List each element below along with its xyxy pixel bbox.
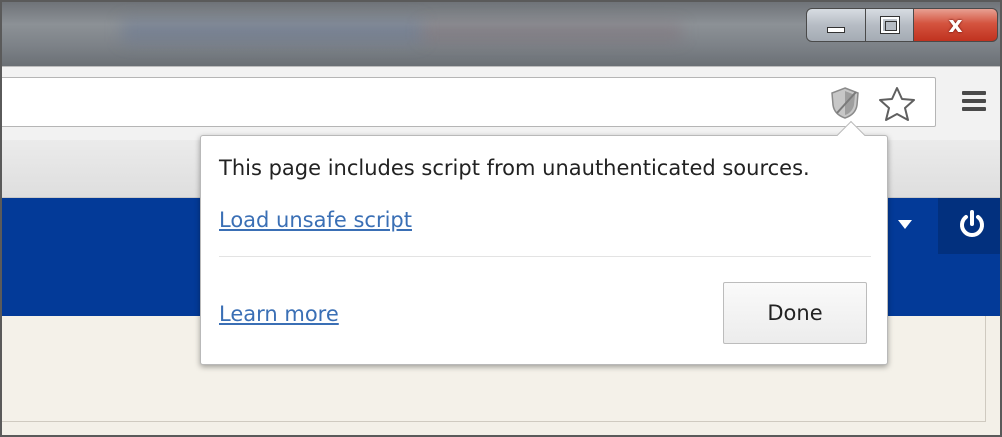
window-title-bar[interactable]: x	[2, 2, 1000, 66]
restore-icon	[879, 16, 900, 34]
star-icon[interactable]	[877, 85, 917, 123]
bubble-message: This page includes script from unauthent…	[219, 156, 810, 180]
shield-icon[interactable]	[829, 86, 861, 120]
hamburger-menu-icon[interactable]	[962, 91, 986, 113]
menu-bar-line	[962, 99, 986, 103]
blurred-tab-area	[122, 20, 422, 42]
menu-bar-line	[962, 107, 986, 111]
dropdown-arrow-icon[interactable]	[898, 220, 912, 229]
power-button[interactable]	[938, 198, 1000, 254]
bubble-divider	[219, 256, 871, 257]
address-bar[interactable]	[2, 77, 936, 127]
minimize-icon	[827, 27, 845, 33]
done-button[interactable]: Done	[723, 282, 867, 344]
power-icon	[960, 210, 984, 237]
load-unsafe-script-link[interactable]: Load unsafe script	[219, 208, 412, 232]
learn-more-link[interactable]: Learn more	[219, 302, 339, 326]
restore-button[interactable]	[866, 8, 914, 42]
close-icon: x	[948, 12, 963, 38]
menu-bar-line	[962, 91, 986, 95]
minimize-button[interactable]	[806, 8, 866, 42]
insecure-content-bubble: This page includes script from unauthent…	[200, 120, 888, 365]
screenshot-frame: x This page includes script from unauthe…	[0, 0, 1002, 437]
blurred-tab-area-2	[422, 24, 682, 40]
window-controls: x	[806, 8, 998, 42]
close-window-button[interactable]: x	[914, 8, 998, 42]
